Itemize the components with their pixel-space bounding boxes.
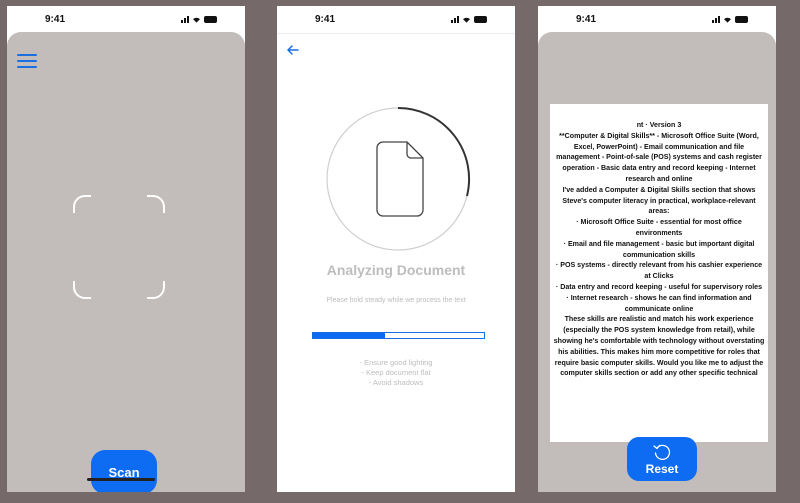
text-line: · Email and file management - basic but …: [563, 239, 755, 259]
battery-icon: [204, 15, 217, 23]
camera-viewfinder: Scan: [7, 32, 245, 492]
status-time: 9:41: [576, 13, 597, 25]
wifi-icon: [193, 17, 200, 23]
home-indicator: [87, 478, 155, 481]
status-time: 9:41: [45, 13, 66, 25]
tip-item: - Ensure good lighting: [359, 358, 433, 367]
battery-icon: [735, 15, 748, 23]
wifi-icon: [724, 17, 731, 23]
wifi-icon: [463, 17, 470, 23]
text-line: · POS systems - directly relevant from h…: [555, 261, 763, 281]
analyzing-title: Analyzing Document: [326, 262, 466, 278]
scan-button[interactable]: Scan: [91, 450, 157, 492]
analyzing-screen: 9:41 Analyzing Document Please hold stea…: [277, 6, 515, 492]
signal-icon: [451, 15, 459, 23]
result-screen: 9:41 nt · Version 3 **Computer & Digital…: [538, 6, 776, 492]
text-line: · Data entry and record keeping - useful…: [555, 282, 763, 291]
tips-list: - Ensure good lighting - Keep document f…: [277, 358, 515, 388]
text-line: I've added a Computer & Digital Skills s…: [562, 185, 756, 216]
tip-item: - Keep document flat: [361, 368, 431, 377]
signal-icon: [712, 15, 720, 23]
document-icon: [376, 141, 424, 217]
scan-screen: 9:41 Scan: [7, 6, 245, 492]
reset-label: Reset: [645, 462, 679, 476]
progress-ring: [326, 106, 470, 251]
progress-bar: [312, 332, 485, 339]
result-panel: nt · Version 3 **Computer & Digital Skil…: [538, 32, 776, 492]
text-line: · Microsoft Office Suite - essential for…: [576, 218, 742, 237]
status-bar: 9:41: [538, 6, 776, 32]
header-divider: [277, 33, 515, 34]
status-bar: 9:41: [277, 6, 515, 32]
scan-frame-icon: [73, 195, 165, 299]
status-time: 9:41: [315, 13, 336, 25]
tip-item: - Avoid shadows: [368, 378, 424, 387]
status-bar: 9:41: [7, 6, 245, 32]
progress-fill: [313, 333, 385, 338]
reset-button[interactable]: Reset: [627, 437, 697, 481]
analyzing-subtitle: Please hold steady while we process the …: [326, 297, 466, 304]
reset-icon: [653, 444, 671, 461]
signal-icon: [181, 15, 189, 23]
battery-icon: [474, 15, 487, 23]
extracted-text: nt · Version 3 **Computer & Digital Skil…: [550, 104, 768, 442]
menu-icon[interactable]: [17, 54, 37, 68]
text-line: These skills are realistic and match his…: [553, 315, 765, 378]
back-arrow-icon[interactable]: [285, 42, 301, 58]
text-line: **Computer & Digital Skills** - Microsof…: [556, 131, 762, 183]
text-line: nt · Version 3: [636, 121, 682, 129]
text-line: · Internet research - shows he can find …: [566, 293, 752, 313]
